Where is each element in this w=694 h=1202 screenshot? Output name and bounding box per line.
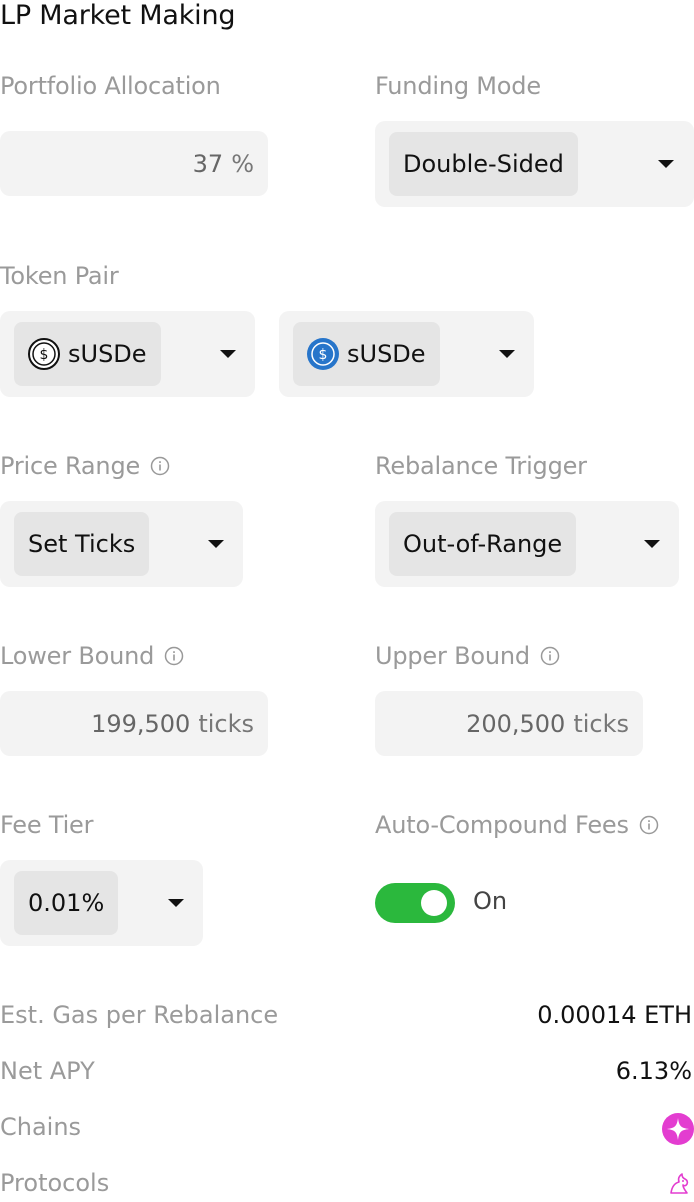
funding-mode-label: Funding Mode (375, 72, 541, 100)
fee-tier-selected-text: 0.01% (28, 889, 105, 917)
rebalance-trigger-select[interactable]: Out-of-Range (375, 501, 679, 587)
chevron-down-icon (220, 350, 236, 358)
svg-text:$: $ (40, 347, 49, 363)
funding-mode-selected-text: Double-Sided (403, 150, 564, 178)
chain-star-icon[interactable] (662, 1113, 694, 1145)
rebalance-trigger-label: Rebalance Trigger (375, 452, 587, 480)
info-icon[interactable] (540, 646, 560, 666)
portfolio-allocation-unit: % (231, 149, 254, 178)
funding-mode-label-text: Funding Mode (375, 72, 541, 100)
auto-compound-label-text: Auto-Compound Fees (375, 811, 629, 839)
token-b-select[interactable]: $ sUSDe (279, 311, 534, 397)
price-range-label: Price Range (0, 452, 170, 480)
lower-bound-label: Lower Bound (0, 642, 184, 670)
chains-label: Chains (0, 1113, 82, 1141)
price-range-label-text: Price Range (0, 452, 141, 480)
funding-mode-select[interactable]: Double-Sided (375, 121, 694, 207)
info-icon[interactable] (164, 646, 184, 666)
price-range-select[interactable]: Set Ticks (0, 501, 243, 587)
protocols-label: Protocols (0, 1169, 110, 1197)
fee-tier-label-text: Fee Tier (0, 811, 94, 839)
upper-bound-label-text: Upper Bound (375, 642, 530, 670)
fee-tier-selected-chip: 0.01% (14, 871, 119, 935)
token-b-chip: $ sUSDe (293, 322, 440, 386)
lower-bound-label-text: Lower Bound (0, 642, 155, 670)
rebalance-trigger-selected-chip: Out-of-Range (389, 512, 577, 576)
rebalance-trigger-selected-text: Out-of-Range (403, 530, 563, 558)
chevron-down-icon (499, 350, 515, 358)
susde-icon: $ (28, 338, 60, 370)
chevron-down-icon (644, 540, 660, 548)
auto-compound-label: Auto-Compound Fees (375, 811, 659, 839)
info-icon[interactable] (639, 815, 659, 835)
portfolio-allocation-input[interactable]: 37 % (0, 131, 268, 196)
upper-bound-value: 200,500 (466, 709, 566, 738)
fee-tier-select[interactable]: 0.01% (0, 860, 203, 946)
lower-bound-value: 199,500 (91, 709, 191, 738)
auto-compound-state: On (473, 887, 508, 915)
toggle-knob (421, 890, 447, 916)
gas-label: Est. Gas per Rebalance (0, 1001, 279, 1029)
chevron-down-icon (168, 899, 184, 907)
info-icon[interactable] (150, 456, 170, 476)
price-range-selected-text: Set Ticks (28, 530, 136, 558)
token-a-symbol: sUSDe (68, 340, 147, 368)
apy-value: 6.13% (615, 1057, 692, 1085)
upper-bound-input[interactable]: 200,500 ticks (375, 691, 643, 756)
usdc-style-icon: $ (307, 338, 339, 370)
upper-bound-unit: ticks (573, 709, 629, 738)
token-a-select[interactable]: $ sUSDe (0, 311, 255, 397)
chevron-down-icon (658, 160, 674, 168)
svg-text:$: $ (319, 347, 328, 363)
token-pair-label: Token Pair (0, 262, 119, 290)
page-title: LP Market Making (0, 0, 236, 31)
auto-compound-toggle[interactable] (375, 883, 455, 923)
chevron-down-icon (208, 540, 224, 548)
apy-label: Net APY (0, 1057, 95, 1085)
portfolio-allocation-value: 37 (192, 149, 224, 178)
funding-mode-selected-chip: Double-Sided (389, 132, 578, 196)
lower-bound-unit: ticks (198, 709, 254, 738)
unicorn-icon[interactable] (666, 1171, 692, 1197)
token-pair-label-text: Token Pair (0, 262, 119, 290)
portfolio-allocation-label-text: Portfolio Allocation (0, 72, 221, 100)
upper-bound-label: Upper Bound (375, 642, 560, 670)
portfolio-allocation-label: Portfolio Allocation (0, 72, 221, 100)
price-range-selected-chip: Set Ticks (14, 512, 150, 576)
lower-bound-input[interactable]: 199,500 ticks (0, 691, 268, 756)
rebalance-trigger-label-text: Rebalance Trigger (375, 452, 587, 480)
token-a-chip: $ sUSDe (14, 322, 161, 386)
gas-value: 0.00014 ETH (537, 1001, 692, 1029)
fee-tier-label: Fee Tier (0, 811, 93, 839)
token-b-symbol: sUSDe (347, 340, 426, 368)
